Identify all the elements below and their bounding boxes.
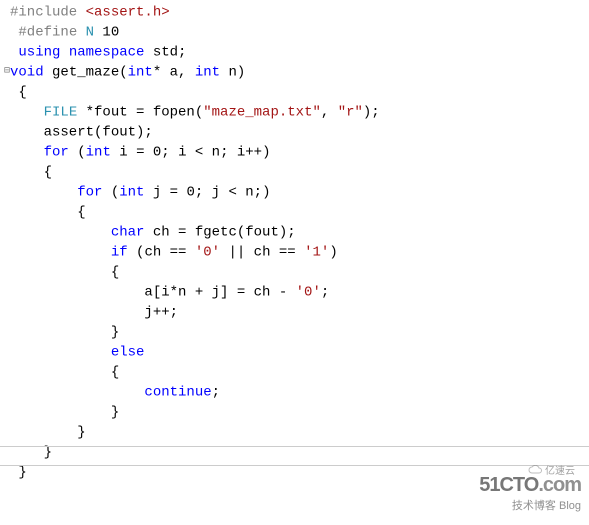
code-line[interactable]: { xyxy=(4,202,589,222)
gutter xyxy=(4,462,10,482)
code-line[interactable]: if (ch == '0' || ch == '1') xyxy=(4,242,589,262)
code-line[interactable]: { xyxy=(4,162,589,182)
code-line[interactable]: } xyxy=(4,422,589,442)
code-line[interactable]: } xyxy=(4,322,589,342)
watermark-51cto: 51CTO.com xyxy=(479,474,581,497)
code-line[interactable]: a[i*n + j] = ch - '0'; xyxy=(4,282,589,302)
code-line[interactable]: } xyxy=(4,442,589,462)
code-line[interactable]: #include <assert.h> xyxy=(4,2,589,22)
code-line[interactable]: for (int i = 0; i < n; i++) xyxy=(4,142,589,162)
code-line[interactable]: FILE *fout = fopen("maze_map.txt", "r"); xyxy=(4,102,589,122)
code-line[interactable]: else xyxy=(4,342,589,362)
code-line[interactable]: for (int j = 0; j < n;) xyxy=(4,182,589,202)
code-line[interactable]: { xyxy=(4,362,589,382)
code-line[interactable]: } xyxy=(4,402,589,422)
code-line[interactable]: assert(fout); xyxy=(4,122,589,142)
code-line[interactable]: ⊟void get_maze(int* a, int n) xyxy=(4,62,589,82)
code-editor[interactable]: #include <assert.h> #define N 10 using n… xyxy=(0,0,589,484)
code-line[interactable]: { xyxy=(4,262,589,282)
code-line[interactable]: char ch = fgetc(fout); xyxy=(4,222,589,242)
code-line[interactable]: j++; xyxy=(4,302,589,322)
watermark-blog: 技术博客 Blog xyxy=(512,497,581,513)
cloud-icon xyxy=(528,465,542,475)
gutter xyxy=(4,22,10,42)
gutter xyxy=(4,82,10,102)
code-line[interactable]: #define N 10 xyxy=(4,22,589,42)
code-line[interactable]: continue; xyxy=(4,382,589,402)
gutter xyxy=(4,42,10,62)
code-line[interactable]: { xyxy=(4,82,589,102)
code-line[interactable]: using namespace std; xyxy=(4,42,589,62)
